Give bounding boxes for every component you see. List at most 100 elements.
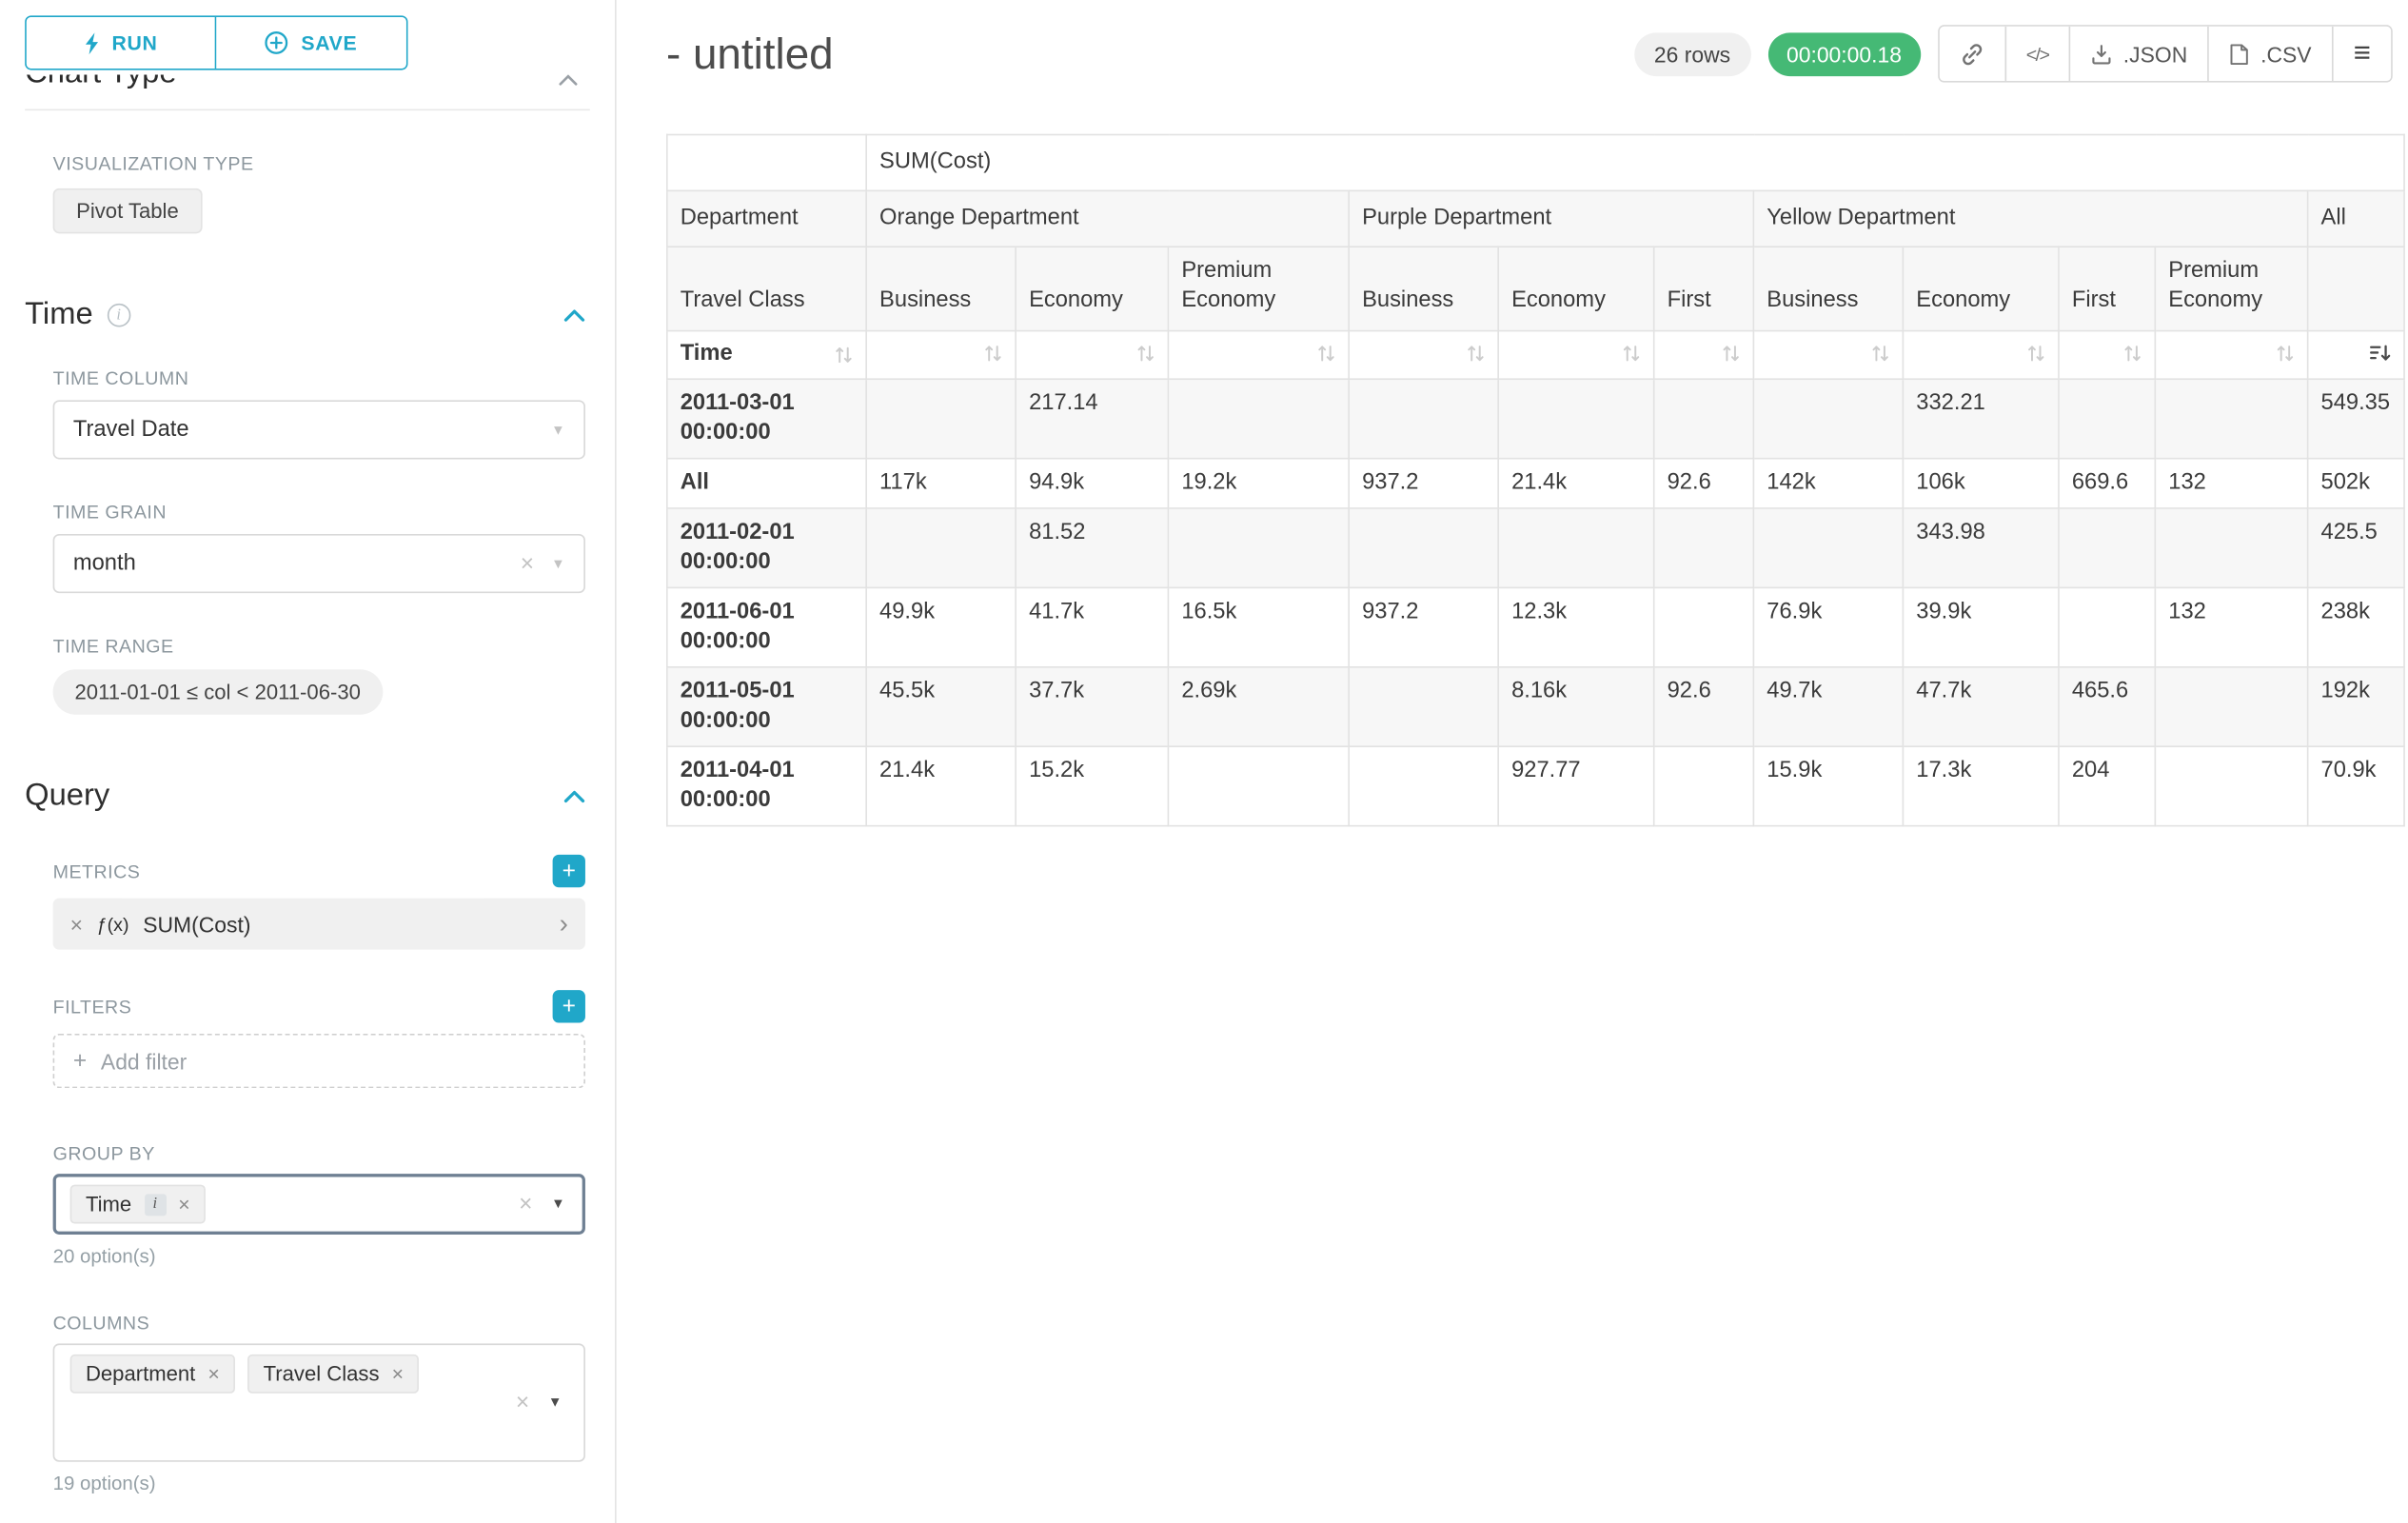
sort-icon[interactable] [1317,345,1336,364]
sort-icon[interactable] [1136,345,1155,364]
sort-icon[interactable] [2276,345,2295,364]
add-filter-button[interactable]: + Add filter [53,1034,585,1088]
pivot-value-cell: 343.98 [1903,508,2059,587]
pivot-value-cell: 332.21 [1903,379,2059,458]
run-save-button-group: RUN SAVE [25,15,407,69]
pivot-value-cell [866,379,1016,458]
query-actions: RUN SAVE [25,15,590,69]
pivot-value-cell [1654,587,1754,666]
pivot-column-sort-header[interactable] [2155,331,2307,380]
time-column-value: Travel Date [73,417,551,442]
collapse-chevron-icon[interactable] [563,308,585,323]
pivot-value-cell [1168,508,1349,587]
group-by-select[interactable]: Time i × × ▼ [53,1174,585,1235]
sort-icon[interactable] [835,345,854,364]
pivot-column-sort-header[interactable] [1654,331,1754,380]
save-button[interactable]: SAVE [216,17,406,69]
collapse-chevron-icon[interactable] [563,789,585,803]
caret-down-icon: ▼ [551,423,565,437]
pivot-group-header: Orange Department [866,190,1349,247]
sort-desc-icon[interactable] [2369,345,2391,364]
pivot-column-sort-header[interactable] [1498,331,1654,380]
clear-icon[interactable]: × [521,552,534,576]
pivot-value-cell: 45.5k [866,667,1016,746]
pivot-column-sort-header[interactable] [1168,331,1349,380]
add-filter-plus-button[interactable]: + [553,990,585,1022]
time-range-value[interactable]: 2011-01-01 ≤ col < 2011-06-30 [53,669,383,714]
pivot-value-cell: 94.9k [1016,459,1168,508]
caret-down-icon: ▼ [548,1395,563,1410]
pivot-value-cell [1654,746,1754,825]
time-grain-label: TIME GRAIN [53,502,585,524]
metric-item[interactable]: × ƒ(x) SUM(Cost) › [53,899,585,950]
remove-tag-icon[interactable]: × [207,1362,219,1386]
pivot-column-sort-header[interactable] [2308,331,2404,380]
time-section-header[interactable]: Time i [25,297,585,333]
pivot-column-sort-header[interactable] [1349,331,1498,380]
pivot-column-sort-header[interactable] [1753,331,1903,380]
pivot-leaf-header: Economy [1016,247,1168,330]
pivot-row-dimension-header[interactable]: Time [667,331,866,380]
sort-icon[interactable] [1467,345,1486,364]
remove-metric-icon[interactable]: × [70,912,83,937]
pivot-value-cell: 12.3k [1498,587,1654,666]
pivot-leaf-header: Economy [1498,247,1654,330]
sort-icon[interactable] [1722,345,1741,364]
pivot-value-cell [1753,379,1903,458]
pivot-column-sort-header[interactable] [1016,331,1168,380]
metric-name: SUM(Cost) [143,912,250,937]
info-icon: i [107,304,130,327]
sort-icon[interactable] [2123,345,2142,364]
pivot-value-cell: 132 [2155,459,2307,508]
sort-icon[interactable] [2026,345,2045,364]
info-badge-icon: i [144,1194,166,1216]
pivot-value-cell [1349,508,1498,587]
clear-icon[interactable]: × [519,1193,532,1216]
pivot-column-sort-header[interactable] [866,331,1016,380]
section-divider [25,109,590,110]
time-grain-value: month [73,551,521,576]
remove-tag-icon[interactable]: × [178,1193,189,1216]
pivot-metric-header: SUM(Cost) [866,134,2404,190]
clear-icon[interactable]: × [516,1391,529,1414]
pivot-value-cell: 21.4k [1498,459,1654,508]
page-title: - untitled [666,29,834,78]
pivot-value-cell: 927.77 [1498,746,1654,825]
sort-icon[interactable] [1622,345,1641,364]
time-grain-select[interactable]: month × ▼ [53,534,585,593]
pivot-leaf-header [2308,247,2404,330]
pivot-value-cell: 937.2 [1349,587,1498,666]
add-metric-button[interactable]: + [553,855,585,887]
sort-icon[interactable] [984,345,1003,364]
pivot-value-cell: 47.7k [1903,667,2059,746]
pivot-value-cell: 70.9k [2308,746,2404,825]
pivot-column-sort-header[interactable] [2059,331,2155,380]
chart-menu-button[interactable]: ≡ [2332,27,2391,81]
pivot-value-cell: 937.2 [1349,459,1498,508]
query-section-header[interactable]: Query [25,779,585,815]
pivot-column-sort-header[interactable] [1903,331,2059,380]
pivot-value-cell: 2.69k [1168,667,1349,746]
pivot-leaf-header: First [1654,247,1754,330]
export-json-button[interactable]: .JSON [2069,27,2208,81]
time-section-title: Time [25,297,92,333]
time-column-select[interactable]: Travel Date ▼ [53,400,585,459]
sort-icon[interactable] [1871,345,1890,364]
visualization-type-value[interactable]: Pivot Table [53,188,203,233]
pivot-row: 2011-02-01 00:00:0081.52343.98425.5 [667,508,2404,587]
plus-circle-icon [266,31,289,55]
columns-select[interactable]: Department × Travel Class × × ▼ [53,1343,585,1461]
view-query-button[interactable]: </> [2004,27,2069,81]
share-link-button[interactable] [1939,27,2004,81]
pivot-value-cell: 37.7k [1016,667,1168,746]
pivot-value-cell [1654,379,1754,458]
pivot-row: 2011-05-01 00:00:0045.5k37.7k2.69k8.16k9… [667,667,2404,746]
pivot-value-cell: 92.6 [1654,459,1754,508]
pivot-value-cell: 465.6 [2059,667,2155,746]
run-button[interactable]: RUN [27,17,217,69]
remove-tag-icon[interactable]: × [392,1362,404,1386]
caret-down-icon: ▼ [551,1197,565,1212]
expand-chevron-icon[interactable]: › [560,911,568,938]
export-csv-button[interactable]: .CSV [2207,27,2331,81]
pivot-leaf-header: Business [1349,247,1498,330]
